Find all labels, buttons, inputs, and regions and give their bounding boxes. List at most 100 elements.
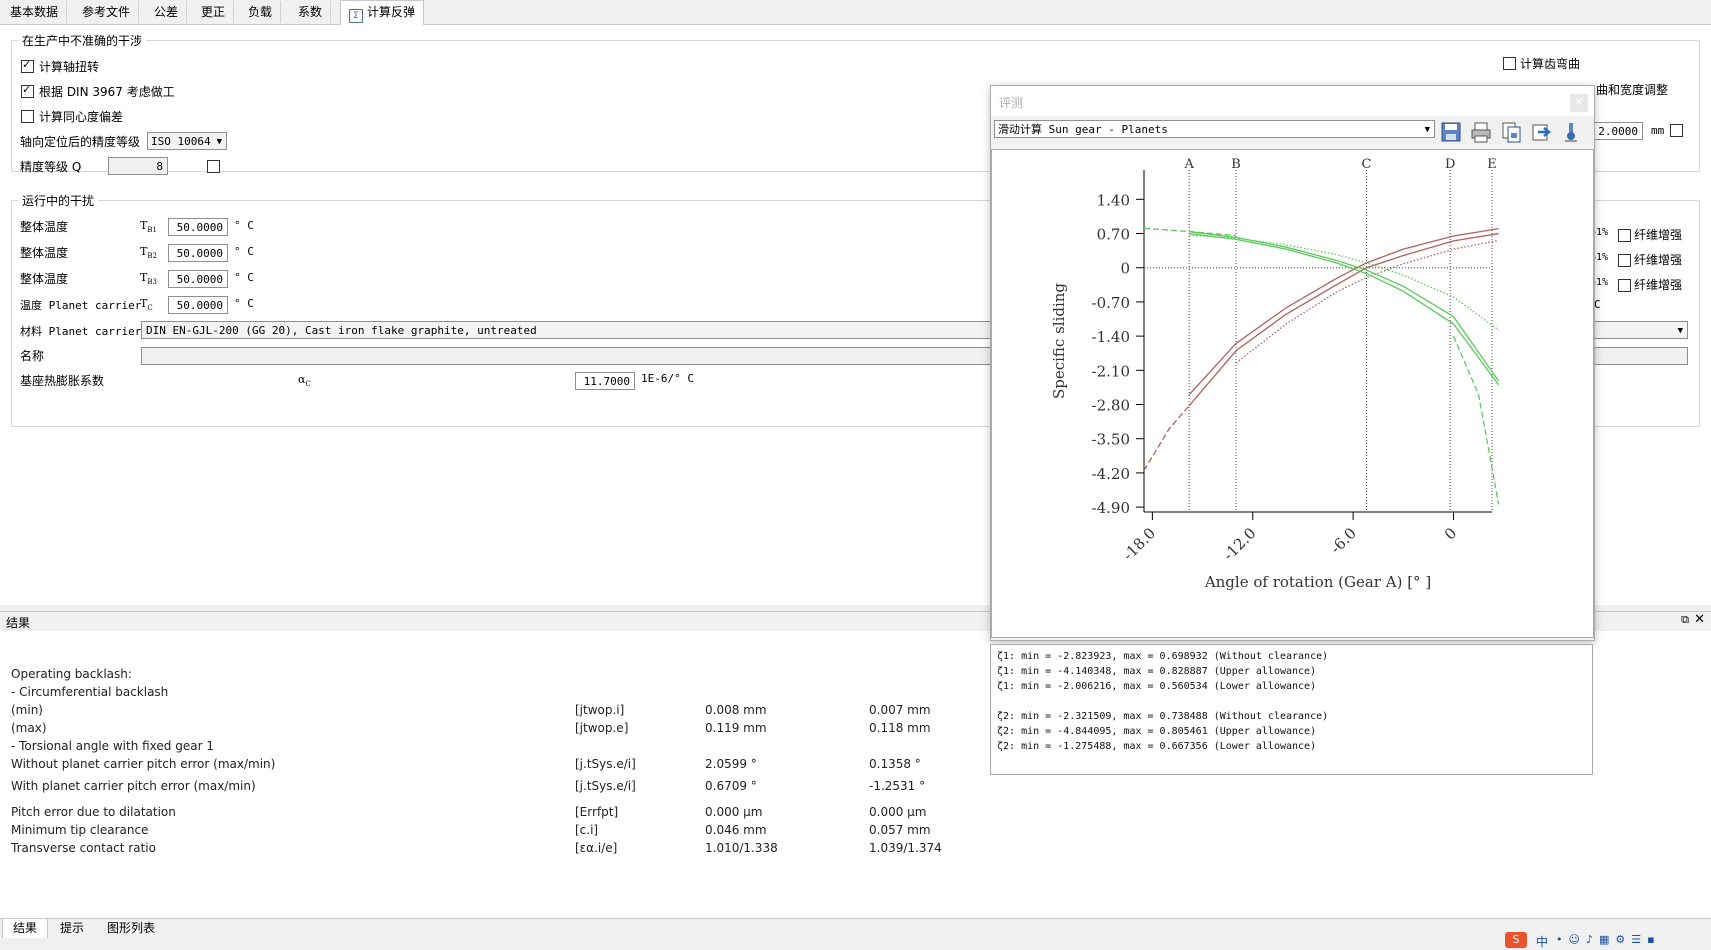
tab-basic-data[interactable]: 基本数据 [2, 1, 68, 23]
subscript: B2 [147, 252, 157, 261]
x-axis-label: Angle of rotation (Gear A) [° ] [1204, 573, 1431, 591]
marker-label: E [1487, 157, 1497, 172]
tooth-bending-label: 计算齿弯曲 [1520, 57, 1581, 71]
export-icon[interactable] [1530, 121, 1552, 143]
temp-symbol: TB3 [140, 271, 157, 286]
right-value-input[interactable]: 2.0000 [1594, 122, 1643, 140]
close-icon[interactable]: ✕ [1570, 94, 1588, 112]
result-label: Pitch error due to dilatation [11, 805, 176, 819]
quality-input[interactable]: 8 [108, 157, 168, 175]
select-value: 滑动计算 Sun gear - Planets [998, 123, 1168, 136]
evaluation-select[interactable]: 滑动计算 Sun gear - Planets ▼ [994, 120, 1435, 138]
tab-label: 更正 [201, 5, 226, 19]
result-symbol: [Errfpt] [575, 805, 619, 819]
copy-icon[interactable] [1500, 121, 1522, 143]
sigma-icon: Σ [349, 9, 363, 23]
tab-load[interactable]: 负载 [240, 1, 282, 23]
chevron-down-icon: ▼ [216, 137, 222, 147]
tab-label: 基本数据 [10, 5, 59, 19]
ime-mode-label[interactable]: 中 [1536, 933, 1548, 950]
right-checkbox[interactable] [1670, 124, 1683, 137]
torsion-checkbox[interactable] [21, 58, 34, 73]
summary-line: ζ2: min = -1.275488, max = 0.667356 (Low… [997, 741, 1317, 752]
temp-input-carrier[interactable]: 50.0000 [168, 296, 228, 314]
y-tick-label: 1.40 [1097, 191, 1130, 209]
fiber-label: 纤维增强 [1634, 228, 1683, 242]
marker-label: A [1183, 157, 1194, 172]
y-tick-label: -2.80 [1092, 397, 1130, 415]
temp-label-b2: 整体温度 [20, 246, 69, 260]
marker-label: D [1445, 157, 1455, 172]
summary-line: ζ2: min = -2.321509, max = 0.738488 (Wit… [997, 711, 1329, 722]
fiber-label: 纤维增强 [1634, 278, 1683, 292]
result-label: Transverse contact ratio [11, 841, 156, 855]
y-tick-label: -0.70 [1092, 294, 1130, 312]
group-legend: 运行中的干扰 [18, 192, 99, 209]
restore-icon[interactable]: ⧉ [1681, 613, 1689, 627]
result-value-1: 0.000 µm [705, 805, 763, 819]
result-label: - Circumferential backlash [11, 685, 169, 699]
save-icon[interactable] [1440, 121, 1462, 143]
window-titlebar[interactable]: 评测 ✕ [991, 86, 1594, 116]
temp-symbol: TB2 [140, 245, 157, 260]
tab-label: 提示 [60, 921, 85, 935]
temp-unit: ° C [234, 245, 254, 258]
torsion-label: 计算轴扭转 [39, 60, 100, 74]
coef-symbol: αC [298, 373, 311, 388]
expansion-coef-input[interactable]: 11.7000 [575, 372, 635, 390]
select-value: ISO 10064 [151, 135, 211, 148]
tab-label: 负载 [248, 5, 273, 19]
x-tick-label: -12.0 [1220, 524, 1260, 564]
temp-input-b1[interactable]: 50.0000 [168, 218, 228, 236]
result-label: Minimum tip clearance [11, 823, 149, 837]
bottom-tab-bar: 结果 提示 图形列表 [0, 918, 1711, 939]
axial-accuracy-label: 轴向定位后的精度等级 [20, 135, 141, 149]
tab-graphics-list[interactable]: 图形列表 [97, 919, 165, 938]
tab-modifications[interactable]: 更正 [193, 1, 235, 23]
top-tab-bar: 基本数据 参考文件 公差 更正 负载 系数 Σ 计算反弹 [0, 0, 1711, 26]
series-line [1143, 227, 1237, 237]
din-checkbox[interactable] [21, 83, 34, 98]
sogou-ime-icon[interactable]: S [1505, 932, 1527, 948]
fiber-checkbox[interactable] [1618, 229, 1631, 242]
tab-reference-profile[interactable]: 参考文件 [74, 1, 140, 23]
result-value-2: 0.118 mm [869, 721, 931, 735]
axial-accuracy-select[interactable]: ISO 10064 ▼ [147, 132, 227, 150]
settings-icon[interactable] [1560, 121, 1582, 143]
tab-backlash-calculation[interactable]: Σ 计算反弹 [340, 0, 425, 26]
result-value-1: 0.046 mm [705, 823, 767, 837]
temp-input-b3[interactable]: 50.0000 [168, 270, 228, 288]
tab-results[interactable]: 结果 [2, 919, 49, 939]
fiber-checkbox[interactable] [1618, 279, 1631, 292]
tab-label: 计算反弹 [367, 5, 416, 19]
result-label: - Torsional angle with fixed gear 1 [11, 739, 214, 753]
series-line [1143, 405, 1190, 471]
x-tick-label: -18.0 [1119, 524, 1159, 564]
series-line [1188, 232, 1499, 407]
tray-icons[interactable]: •☺♪▦⚙☰▪ [1556, 933, 1661, 946]
temp-input-b2[interactable]: 50.0000 [168, 244, 228, 262]
tab-label: 公差 [154, 5, 179, 19]
summary-line: ζ1: min = -4.140348, max = 0.828887 (Upp… [997, 666, 1317, 677]
result-value-1: 2.0599 ° [705, 757, 757, 771]
result-value-2: 0.007 mm [869, 703, 931, 717]
close-icon[interactable]: ✕ [1694, 612, 1705, 627]
window-title: 评测 [999, 96, 1024, 110]
print-icon[interactable] [1470, 121, 1492, 143]
evaluation-window: 评测 ✕ 滑动计算 Sun gear - Planets ▼ 1.40 0.70… [990, 85, 1595, 641]
concentric-checkbox[interactable] [21, 110, 34, 123]
quality-checkbox[interactable] [207, 160, 220, 173]
y-tick-label: -2.10 [1092, 362, 1130, 380]
tab-label: 系数 [298, 5, 323, 19]
temp-unit: ° C [234, 271, 254, 284]
fiber-checkbox[interactable] [1618, 254, 1631, 267]
sliding-summary-panel: ζ1: min = -2.823923, max = 0.698932 (Wit… [990, 644, 1593, 775]
right-unit: mm [1651, 124, 1665, 137]
marker-label: C [1362, 157, 1372, 172]
tooth-bending-checkbox[interactable] [1503, 57, 1516, 70]
result-value-1: 0.6709 ° [705, 779, 757, 793]
summary-line: ζ2: min = -4.844095, max = 0.805461 (Upp… [997, 726, 1317, 737]
tab-factors[interactable]: 系数 [290, 1, 332, 23]
tab-tolerances[interactable]: 公差 [146, 1, 188, 23]
tab-hints[interactable]: 提示 [50, 919, 94, 938]
